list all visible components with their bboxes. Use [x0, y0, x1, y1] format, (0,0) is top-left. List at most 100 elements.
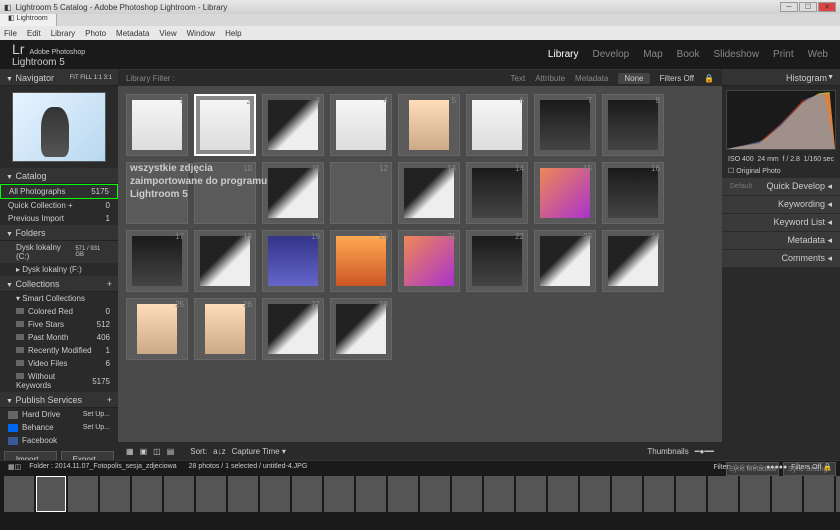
- filmstrip-thumb[interactable]: [356, 476, 386, 512]
- grid-cell[interactable]: 22: [466, 230, 528, 292]
- module-print[interactable]: Print: [773, 49, 794, 60]
- filmstrip-thumb[interactable]: [452, 476, 482, 512]
- grid-cell[interactable]: 23: [534, 230, 596, 292]
- filmstrip-thumb[interactable]: [228, 476, 258, 512]
- status-path[interactable]: Folder : 2014.11.07_Fotopolis_sesja_zdje…: [29, 463, 176, 470]
- sort-dropdown[interactable]: Capture Time ▾: [232, 447, 286, 456]
- grid-cell[interactable]: 14: [466, 162, 528, 224]
- filmstrip-thumb[interactable]: [708, 476, 738, 512]
- grid-view-icon[interactable]: ▦: [126, 447, 134, 456]
- filter-none[interactable]: None: [618, 73, 649, 84]
- grid-cell[interactable]: 6: [466, 94, 528, 156]
- collection-item[interactable]: Five Stars512: [0, 318, 118, 331]
- keyword-list-section[interactable]: Keyword List ◂: [722, 214, 840, 231]
- collection-item[interactable]: Video Files6: [0, 357, 118, 370]
- filmstrip-thumb[interactable]: [196, 476, 226, 512]
- filters-off[interactable]: Filters Off: [660, 74, 695, 83]
- filmstrip-thumb[interactable]: [484, 476, 514, 512]
- catalog-all-photographs[interactable]: All Photographs5175: [0, 184, 118, 199]
- maximize-button[interactable]: ☐: [799, 2, 817, 12]
- filmstrip-thumb[interactable]: [132, 476, 162, 512]
- grid-cell[interactable]: 27: [262, 298, 324, 360]
- module-develop[interactable]: Develop: [593, 49, 630, 60]
- publish-harddrive[interactable]: Hard DriveSet Up...: [0, 408, 118, 421]
- catalog-previous-import[interactable]: Previous Import1: [0, 212, 118, 225]
- module-library[interactable]: Library: [548, 49, 579, 60]
- grid-cell[interactable]: 18: [194, 230, 256, 292]
- grid-cell[interactable]: 5: [398, 94, 460, 156]
- menu-help[interactable]: Help: [225, 29, 241, 38]
- grid-cell[interactable]: 25: [126, 298, 188, 360]
- publish-facebook[interactable]: Facebook: [0, 434, 118, 447]
- module-slideshow[interactable]: Slideshow: [713, 49, 759, 60]
- module-book[interactable]: Book: [677, 49, 700, 60]
- collection-item[interactable]: Colored Red0: [0, 305, 118, 318]
- grid-cell[interactable]: 21: [398, 230, 460, 292]
- minimize-button[interactable]: ─: [780, 2, 798, 12]
- filmstrip-thumb[interactable]: [164, 476, 194, 512]
- histogram-header[interactable]: Histogram ▼: [722, 70, 840, 86]
- menu-file[interactable]: File: [4, 29, 17, 38]
- grid-cell[interactable]: 26: [194, 298, 256, 360]
- grid-cell[interactable]: 16: [602, 162, 664, 224]
- menu-window[interactable]: Window: [187, 29, 215, 38]
- grid-cell[interactable]: 28: [330, 298, 392, 360]
- filmstrip-thumb[interactable]: [36, 476, 66, 512]
- publish-behance[interactable]: BehanceSet Up...: [0, 421, 118, 434]
- filmstrip-thumb[interactable]: [580, 476, 610, 512]
- menu-metadata[interactable]: Metadata: [116, 29, 149, 38]
- keywording-section[interactable]: Keywording ◂: [722, 196, 840, 213]
- quick-develop-section[interactable]: DefaultQuick Develop ◂: [722, 178, 840, 195]
- filmstrip-thumb[interactable]: [836, 476, 840, 512]
- grid-cell[interactable]: 12: [330, 162, 392, 224]
- filmstrip-thumb[interactable]: [644, 476, 674, 512]
- filmstrip-thumb[interactable]: [740, 476, 770, 512]
- grid-cell[interactable]: 19: [262, 230, 324, 292]
- filter-metadata[interactable]: Metadata: [575, 74, 608, 83]
- collection-smart[interactable]: ▾ Smart Collections: [0, 292, 118, 305]
- grid-cell[interactable]: 13: [398, 162, 460, 224]
- grid-cell[interactable]: 7: [534, 94, 596, 156]
- filmstrip-thumb[interactable]: [100, 476, 130, 512]
- filmstrip-thumb[interactable]: [420, 476, 450, 512]
- navigator-preview[interactable]: [12, 92, 106, 162]
- collection-item[interactable]: Recently Modified1: [0, 344, 118, 357]
- collections-header[interactable]: ▼ Collections+: [0, 276, 118, 292]
- filmstrip-thumb[interactable]: [548, 476, 578, 512]
- filmstrip-thumb[interactable]: [804, 476, 834, 512]
- filmstrip-thumb[interactable]: [612, 476, 642, 512]
- histogram-display[interactable]: [726, 90, 836, 150]
- compare-view-icon[interactable]: ◫: [153, 447, 161, 456]
- filmstrip[interactable]: [0, 472, 840, 516]
- import-button[interactable]: Import...: [4, 451, 57, 460]
- menu-library[interactable]: Library: [51, 29, 75, 38]
- collection-item[interactable]: Past Month406: [0, 331, 118, 344]
- folders-header[interactable]: ▼ Folders: [0, 225, 118, 241]
- catalog-quick-collection[interactable]: Quick Collection +0: [0, 199, 118, 212]
- grid-cell[interactable]: 11: [262, 162, 324, 224]
- metadata-section[interactable]: Metadata ◂: [722, 232, 840, 249]
- filmstrip-thumb[interactable]: [772, 476, 802, 512]
- filmstrip-thumb[interactable]: [324, 476, 354, 512]
- catalog-header[interactable]: ▼ Catalog: [0, 168, 118, 184]
- thumbnail-size-slider[interactable]: ━●━━: [695, 447, 714, 456]
- menu-edit[interactable]: Edit: [27, 29, 41, 38]
- tab[interactable]: ◧ Lightroom: [0, 14, 57, 26]
- grid-cell[interactable]: 8: [602, 94, 664, 156]
- menu-photo[interactable]: Photo: [85, 29, 106, 38]
- filmstrip-thumb[interactable]: [292, 476, 322, 512]
- grid-cell[interactable]: 17: [126, 230, 188, 292]
- filmstrip-thumb[interactable]: [68, 476, 98, 512]
- collection-item[interactable]: Without Keywords5175: [0, 370, 118, 392]
- filmstrip-thumb[interactable]: [260, 476, 290, 512]
- filmstrip-thumb[interactable]: [388, 476, 418, 512]
- volume-header[interactable]: Dysk lokalny (C:)571 / 931 GB: [0, 241, 118, 263]
- sort-direction-icon[interactable]: a↓z: [213, 447, 225, 456]
- module-map[interactable]: Map: [643, 49, 662, 60]
- survey-view-icon[interactable]: ▤: [167, 447, 175, 456]
- grid-toggle-icon[interactable]: ▦◫: [8, 463, 21, 471]
- filmstrip-thumb[interactable]: [4, 476, 34, 512]
- filmstrip-thumb[interactable]: [676, 476, 706, 512]
- grid-cell[interactable]: 20: [330, 230, 392, 292]
- grid-cell[interactable]: 2: [194, 94, 256, 156]
